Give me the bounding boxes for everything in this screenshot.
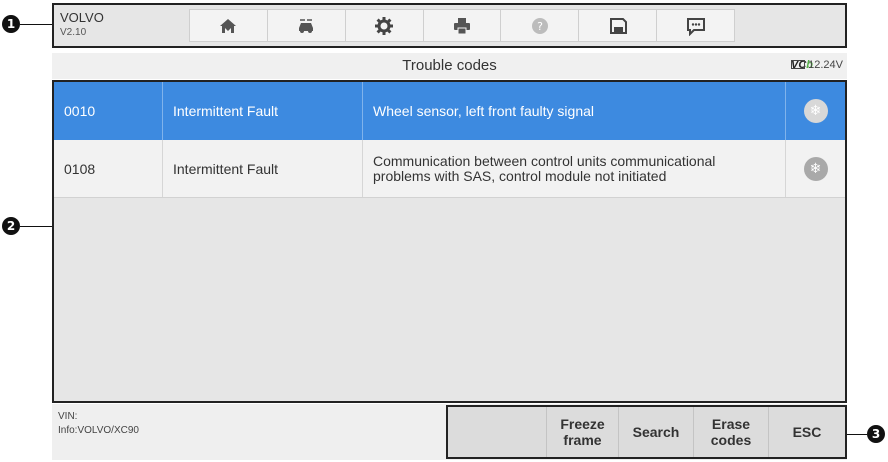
erase-codes-button[interactable]: Erase codes — [693, 407, 768, 457]
description-cell: Wheel sensor, left front faulty signal — [362, 82, 785, 140]
vin-label: VIN: — [58, 411, 78, 422]
app-version: V2.10 — [60, 27, 87, 38]
print-button[interactable] — [424, 10, 502, 41]
callout-1-leader — [20, 24, 52, 25]
table-row[interactable]: 0108 Intermittent Fault Communication be… — [54, 140, 845, 198]
callout-3-leader — [847, 434, 867, 435]
freeze-frame-indicator[interactable]: ❄ — [785, 140, 845, 197]
message-icon — [686, 17, 705, 36]
help-icon: ? — [531, 17, 548, 34]
battery-status: 12.24V — [791, 59, 843, 71]
freeze-frame-indicator[interactable]: ❄ — [785, 82, 845, 140]
callout-2: 2 — [2, 217, 20, 235]
vehicle-info-text: Info:VOLVO/XC90 — [58, 425, 139, 436]
vehicle-swap-button[interactable] — [268, 10, 346, 41]
top-toolbar: VOLVO V2.10 ? — [52, 3, 847, 48]
callout-3: 3 — [867, 425, 885, 443]
home-button[interactable] — [190, 10, 268, 41]
code-cell: 0010 — [64, 103, 96, 119]
app-name: VOLVO — [60, 10, 104, 25]
toolbar-buttons: ? — [189, 9, 735, 42]
title-bar: Trouble codes VCb 12.24V — [52, 53, 847, 79]
callout-1: 1 — [2, 15, 20, 33]
settings-icon — [375, 16, 394, 35]
search-button[interactable]: Search — [618, 407, 693, 457]
description-cell: Communication between control units comm… — [362, 140, 785, 197]
help-button[interactable]: ? — [501, 10, 580, 41]
vehicle-info: VIN: Info:VOLVO/XC90 — [58, 410, 139, 438]
save-button[interactable] — [579, 10, 658, 41]
settings-button[interactable] — [346, 10, 424, 41]
snowflake-icon: ❄ — [803, 99, 828, 123]
blank-button-slot — [448, 407, 546, 457]
code-cell: 0108 — [64, 160, 96, 177]
save-icon — [609, 17, 627, 34]
freeze-frame-button[interactable]: Freeze frame — [546, 407, 618, 457]
esc-button[interactable]: ESC — [768, 407, 845, 457]
status-cell: Intermittent Fault — [162, 140, 362, 197]
trouble-code-list: 0010 Intermittent Fault Wheel sensor, le… — [52, 80, 847, 403]
battery-voltage: 12.24V — [808, 59, 843, 71]
callout-2-leader — [20, 226, 52, 227]
function-buttons: Freeze frame Search Erase codes ESC — [446, 405, 847, 459]
battery-icon — [791, 60, 806, 69]
page-title: Trouble codes — [402, 57, 497, 74]
status-cell: Intermittent Fault — [162, 82, 362, 140]
print-icon — [454, 17, 470, 34]
home-icon — [220, 18, 237, 33]
table-row[interactable]: 0010 Intermittent Fault Wheel sensor, le… — [54, 82, 845, 140]
svg-text:?: ? — [537, 20, 543, 33]
vehicle-swap-icon — [299, 18, 314, 33]
message-button[interactable] — [657, 10, 734, 41]
snowflake-icon: ❄ — [803, 156, 828, 181]
